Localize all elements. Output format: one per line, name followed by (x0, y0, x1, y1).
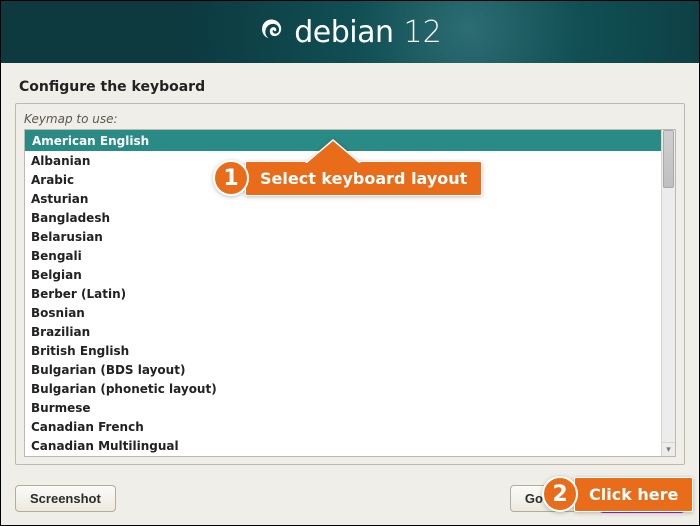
list-item[interactable]: Brazilian (25, 322, 661, 341)
screenshot-button[interactable]: Screenshot (15, 485, 116, 512)
list-item[interactable]: British English (25, 341, 661, 360)
list-item[interactable]: Berber (Latin) (25, 284, 661, 303)
scroll-thumb[interactable] (663, 130, 674, 188)
list-item[interactable]: Canadian French (25, 417, 661, 436)
scrollbar[interactable]: ▾ (661, 130, 675, 456)
content-area: Configure the keyboard Keymap to use: Am… (1, 63, 699, 473)
keymap-label: Keymap to use: (24, 112, 676, 126)
page-title: Configure the keyboard (19, 79, 681, 95)
list-item[interactable]: Bulgarian (BDS layout) (25, 360, 661, 379)
brand-name: debian (294, 15, 393, 50)
annotation-text-1: Select keyboard layout (245, 161, 482, 196)
banner-title: debian 12 (258, 15, 441, 50)
list-item[interactable]: Bangladesh (25, 208, 661, 227)
annotation-badge-1: 1 (213, 160, 249, 196)
list-item[interactable]: Belarusian (25, 227, 661, 246)
debian-swirl-icon (258, 17, 284, 47)
annotation-step-1: 1 Select keyboard layout (213, 160, 482, 196)
annotation-step-2: 2 Click here (542, 476, 693, 512)
banner: debian 12 (1, 1, 699, 63)
annotation-badge-2: 2 (542, 476, 578, 512)
list-item[interactable]: Burmese (25, 398, 661, 417)
scroll-down-icon[interactable]: ▾ (662, 442, 675, 456)
list-item[interactable]: Bengali (25, 246, 661, 265)
brand-version: 12 (404, 15, 442, 50)
list-item[interactable]: Belgian (25, 265, 661, 284)
list-item[interactable]: Bulgarian (phonetic layout) (25, 379, 661, 398)
annotation-text-2: Click here (574, 477, 693, 512)
list-item[interactable]: Bosnian (25, 303, 661, 322)
list-item[interactable]: Canadian Multilingual (25, 436, 661, 455)
